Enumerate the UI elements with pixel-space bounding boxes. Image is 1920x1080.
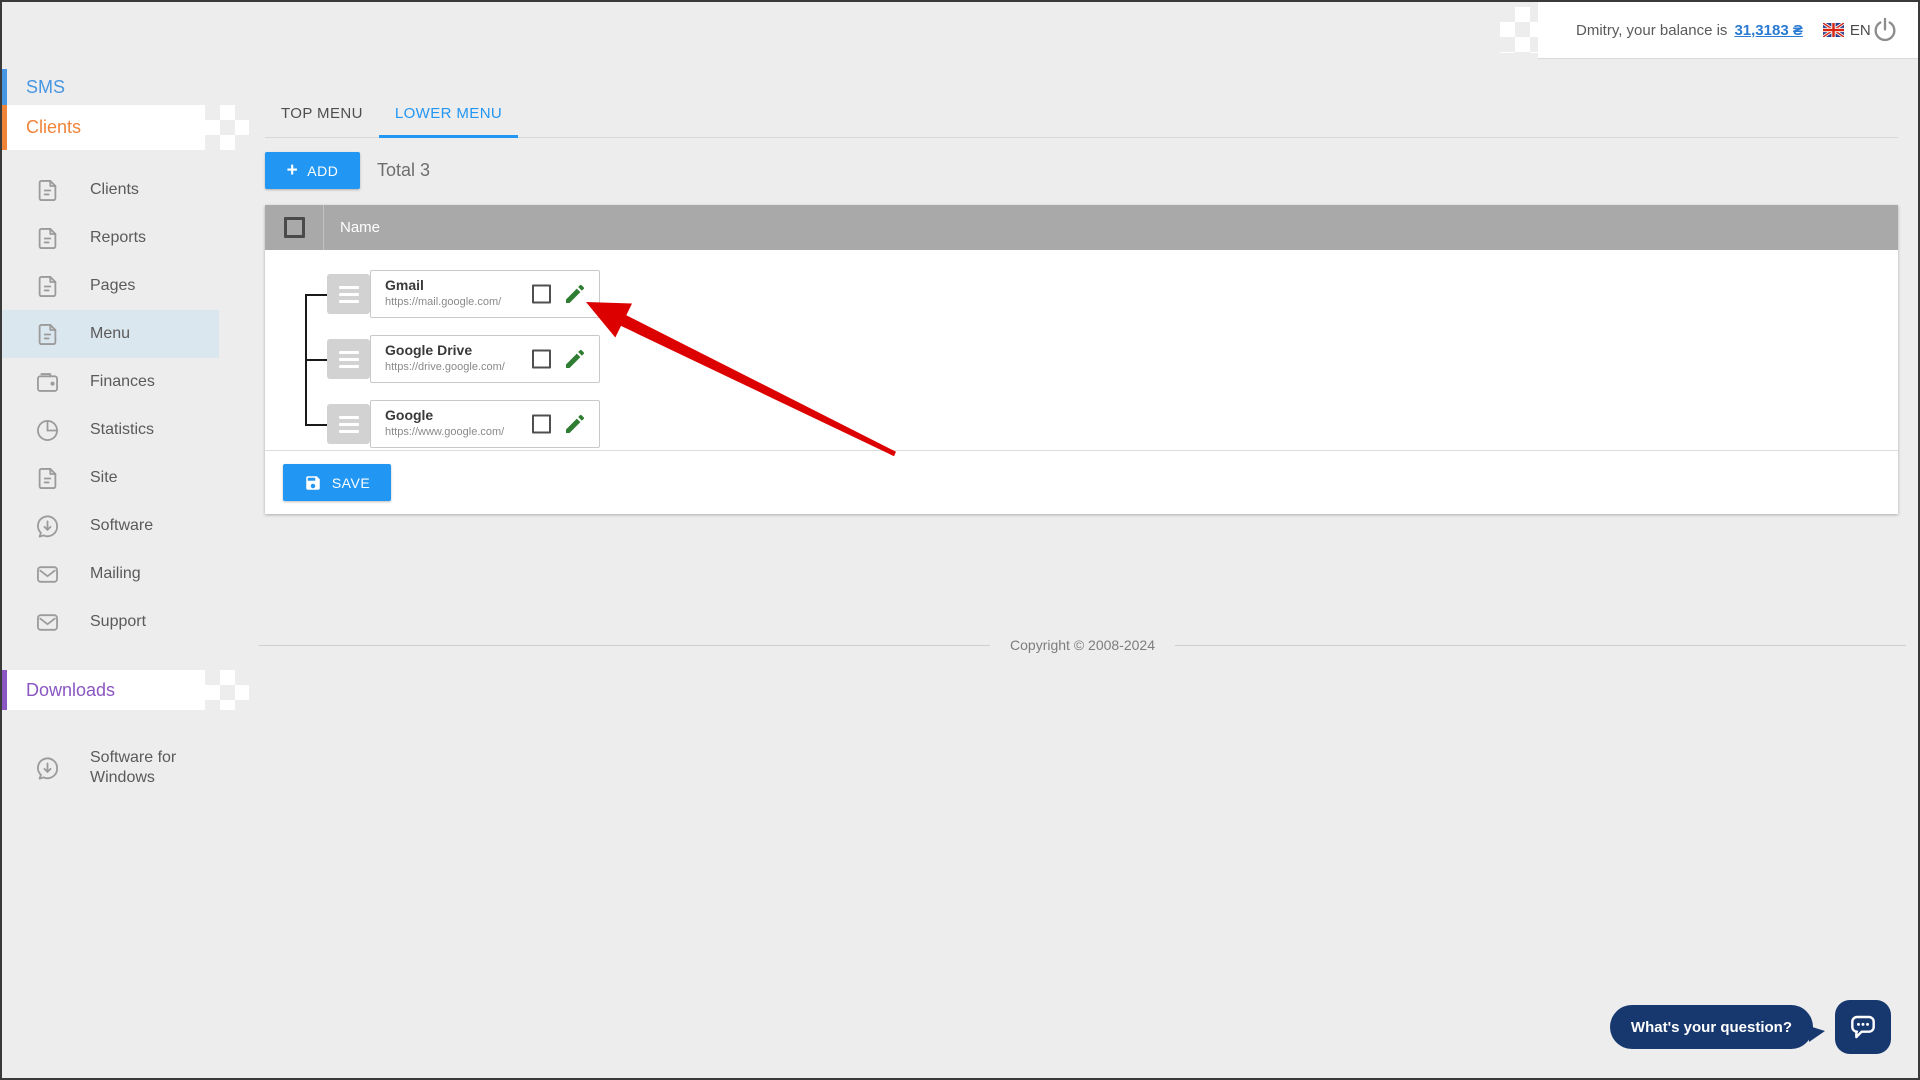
document-icon: [38, 467, 57, 489]
sidebar: SMS Clients Clients Reports Pages Menu F…: [2, 2, 265, 804]
total-count: Total 3: [377, 160, 431, 180]
row-checkbox[interactable]: [532, 284, 551, 304]
menu-table: Name Gmail https://mail.google.com/ Goog…: [265, 205, 1898, 514]
sidebar-item-reports[interactable]: Reports: [2, 214, 219, 262]
main-content: TOP MENU LOWER MENU + ADD Total 3 Name G…: [265, 59, 1898, 514]
sidebar-item-site[interactable]: Site: [2, 454, 219, 502]
table-header: Name: [265, 205, 1898, 250]
chat-launcher-button[interactable]: [1835, 1000, 1891, 1054]
download-icon: [37, 514, 58, 538]
tab-lower-menu[interactable]: LOWER MENU: [378, 92, 519, 138]
footer: Copyright © 2008-2024: [259, 637, 1906, 653]
pixel-dissolve-decoration: [205, 670, 249, 710]
wallet-icon: [37, 372, 58, 392]
envelope-icon: [37, 613, 58, 631]
sidebar-item-label: Reports: [90, 229, 147, 246]
row-checkbox[interactable]: [532, 414, 551, 434]
menu-row-gmail: Gmail https://mail.google.com/: [327, 270, 600, 318]
add-button[interactable]: + ADD: [265, 152, 360, 189]
save-row: SAVE: [265, 450, 1898, 514]
sidebar-section-clients[interactable]: Clients: [2, 105, 249, 150]
document-icon: [38, 275, 57, 297]
user-greeting: Dmitry, your balance is: [1576, 21, 1728, 39]
floppy-disk-icon: [306, 475, 320, 490]
logout-power-icon[interactable]: [1871, 16, 1899, 44]
sidebar-item-label: Software: [90, 517, 154, 534]
envelope-icon: [37, 565, 58, 583]
add-button-label: ADD: [307, 162, 339, 179]
sidebar-section-label: Clients: [26, 117, 82, 137]
sidebar-item-label: Menu: [90, 325, 131, 342]
menu-row-google-drive: Google Drive https://drive.google.com/: [327, 335, 600, 383]
uk-flag-icon: [1822, 23, 1844, 37]
sidebar-item-menu[interactable]: Menu: [2, 310, 219, 358]
tree-connector: [305, 424, 328, 426]
sidebar-section-downloads[interactable]: Downloads: [2, 670, 249, 710]
sidebar-item-support[interactable]: Support: [2, 598, 219, 646]
tab-top-menu[interactable]: TOP MENU: [265, 92, 379, 138]
copyright-text: Copyright © 2008-2024: [1010, 637, 1155, 653]
column-header-name: Name: [340, 219, 381, 236]
select-all-cell: [265, 205, 324, 250]
pixel-dissolve-decoration: [205, 105, 249, 150]
balance-link[interactable]: 31,3183 ₴: [1734, 22, 1802, 39]
language-selector[interactable]: EN: [1850, 22, 1871, 39]
sidebar-item-label: Site: [90, 469, 118, 486]
document-icon: [38, 179, 57, 201]
toolbar: + ADD Total 3: [265, 152, 1898, 189]
document-icon: [38, 227, 57, 249]
menu-row-google: Google https://www.google.com/: [327, 400, 600, 448]
sidebar-item-label: Support: [90, 613, 147, 630]
sidebar-section-sms[interactable]: SMS: [2, 69, 265, 105]
tab-bar: TOP MENU LOWER MENU: [265, 92, 1898, 138]
sidebar-item-label: Clients: [90, 181, 139, 198]
table-body: Gmail https://mail.google.com/ Google Dr…: [265, 250, 1898, 450]
sidebar-item-label: Software for Windows: [90, 749, 177, 786]
pixel-dissolve-decoration: [1500, 7, 1558, 53]
sidebar-item-label: Pages: [90, 277, 136, 294]
sidebar-item-clients[interactable]: Clients: [2, 166, 219, 214]
download-icon: [37, 756, 58, 780]
divider: [259, 644, 991, 646]
save-button-label: SAVE: [331, 474, 371, 491]
sidebar-item-finances[interactable]: Finances: [2, 358, 219, 406]
edit-pencil-icon[interactable]: [563, 347, 587, 371]
drag-handle[interactable]: [327, 404, 370, 444]
sidebar-nav: Clients Reports Pages Menu Finances Stat…: [2, 166, 265, 646]
chat-prompt-text: What's your question?: [1630, 1018, 1792, 1036]
sidebar-item-label: Finances: [90, 373, 155, 390]
edit-pencil-icon[interactable]: [563, 412, 587, 436]
save-button[interactable]: SAVE: [283, 464, 391, 501]
divider: [1174, 644, 1906, 646]
sidebar-section-label: Downloads: [26, 679, 116, 700]
menu-item-card: Google https://www.google.com/: [370, 400, 600, 448]
chat-bubble-icon: [1851, 1015, 1875, 1039]
document-icon: [38, 323, 57, 345]
sidebar-item-software-for-windows[interactable]: Software for Windows: [2, 732, 219, 804]
sidebar-item-label: Mailing: [90, 565, 141, 582]
topbar: Dmitry, your balance is 31,3183 ₴ EN: [1500, 2, 1918, 59]
menu-item-card: Google Drive https://drive.google.com/: [370, 335, 600, 383]
sidebar-item-label: Statistics: [90, 421, 155, 438]
tree-connector: [305, 359, 328, 361]
plus-icon: +: [286, 160, 299, 181]
sidebar-item-mailing[interactable]: Mailing: [2, 550, 219, 598]
menu-item-card: Gmail https://mail.google.com/: [370, 270, 600, 318]
edit-pencil-icon[interactable]: [563, 282, 587, 306]
app-window: Dmitry, your balance is 31,3183 ₴ EN SMS…: [0, 0, 1920, 1080]
pie-chart-icon: [37, 419, 58, 441]
sidebar-item-software[interactable]: Software: [2, 502, 219, 550]
drag-handle[interactable]: [327, 274, 370, 314]
row-checkbox[interactable]: [532, 349, 551, 369]
tree-connector: [305, 294, 328, 296]
chat-prompt-bubble[interactable]: What's your question?: [1609, 1005, 1826, 1049]
sidebar-section-label: SMS: [26, 76, 66, 97]
sidebar-item-statistics[interactable]: Statistics: [2, 406, 219, 454]
sidebar-item-pages[interactable]: Pages: [2, 262, 219, 310]
drag-handle[interactable]: [327, 339, 370, 379]
select-all-checkbox[interactable]: [283, 217, 305, 238]
